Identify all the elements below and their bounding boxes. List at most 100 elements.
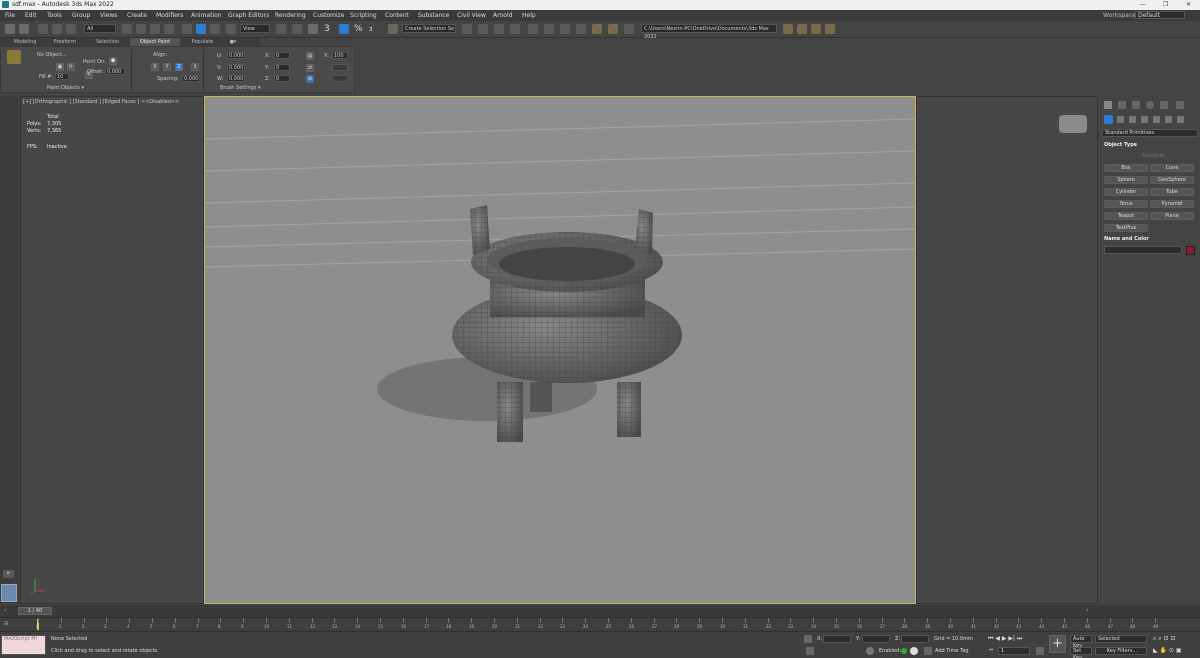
tab-populate[interactable]: Populate bbox=[180, 38, 225, 46]
cone-button[interactable]: Cone bbox=[1150, 164, 1194, 172]
object-name-input[interactable] bbox=[1104, 246, 1182, 254]
tab-modeling[interactable]: Modeling bbox=[5, 38, 45, 46]
spacing-input[interactable]: 0.000 bbox=[182, 75, 200, 82]
z-coord-field[interactable] bbox=[901, 635, 929, 643]
name-and-color-rollout[interactable]: Name and Color bbox=[1104, 236, 1149, 242]
geosphere-button[interactable]: GeoSphere bbox=[1150, 176, 1194, 184]
space-warps-icon[interactable] bbox=[1165, 116, 1172, 123]
cylinder-button[interactable]: Cylinder bbox=[1104, 188, 1148, 196]
menu-substance[interactable]: Substance bbox=[418, 12, 449, 19]
schematic-view-icon[interactable] bbox=[544, 24, 554, 34]
box-button[interactable]: Box bbox=[1104, 164, 1148, 172]
current-frame-field[interactable]: 1 bbox=[998, 647, 1030, 655]
workspaces-dropdown[interactable]: Default bbox=[1135, 11, 1185, 19]
textplus-button[interactable]: TextPlus bbox=[1104, 224, 1148, 232]
menu-file[interactable]: File bbox=[5, 12, 15, 19]
viewport-layout-icon[interactable] bbox=[1, 584, 17, 602]
menu-scripting[interactable]: Scripting bbox=[350, 12, 377, 19]
time-slider[interactable]: 1 / 40 bbox=[18, 607, 52, 615]
hierarchy-tab-icon[interactable] bbox=[1132, 101, 1140, 109]
rotate-icon[interactable] bbox=[196, 24, 206, 34]
lights-icon[interactable] bbox=[1129, 116, 1136, 123]
rectangular-selection-icon[interactable] bbox=[150, 24, 160, 34]
render-setup-icon[interactable] bbox=[576, 24, 586, 34]
menu-edit[interactable]: Edit bbox=[25, 12, 37, 19]
menu-group[interactable]: Group bbox=[72, 12, 90, 19]
align-y-button[interactable]: Y bbox=[163, 63, 171, 71]
edit-named-selection-icon[interactable] bbox=[388, 24, 398, 34]
offset-y-input[interactable]: 0 bbox=[274, 64, 290, 71]
scale-lock-icon[interactable]: ⊕ bbox=[306, 75, 314, 83]
brush-settings-panel-label[interactable]: Brush Settings ▾ bbox=[220, 85, 261, 91]
menu-civil-view[interactable]: Civil View bbox=[457, 12, 486, 19]
curve-editor-icon[interactable] bbox=[528, 24, 538, 34]
menu-create[interactable]: Create bbox=[127, 12, 147, 19]
select-by-name-icon[interactable] bbox=[136, 24, 146, 34]
selection-set-dropdown[interactable]: Selected bbox=[1095, 635, 1147, 643]
add-time-tag[interactable]: Add Time Tag bbox=[935, 648, 969, 654]
sphere-button[interactable]: Sphere bbox=[1104, 176, 1148, 184]
key-filters-button[interactable]: Key Filters... bbox=[1095, 647, 1147, 655]
scale-icon[interactable] bbox=[210, 24, 220, 34]
project-settings-icon[interactable] bbox=[825, 24, 835, 34]
motion-tab-icon[interactable] bbox=[1146, 101, 1154, 109]
menu-help[interactable]: Help bbox=[522, 12, 536, 19]
refresh-icon[interactable]: ⟳ bbox=[67, 63, 75, 71]
offset-input[interactable]: 0.000 bbox=[105, 68, 125, 75]
utilities-tab-icon[interactable] bbox=[1176, 101, 1184, 109]
time-slider-next-icon[interactable]: › bbox=[1086, 607, 1088, 614]
menu-views[interactable]: Views bbox=[100, 12, 117, 19]
helpers-icon[interactable] bbox=[1153, 116, 1160, 123]
zoom-controls[interactable]: ⌕ ⌕ ⊡ ⊡ bbox=[1153, 635, 1176, 643]
object-type-rollout[interactable]: Object Type bbox=[1104, 142, 1137, 148]
link-icon[interactable] bbox=[38, 24, 48, 34]
set-key-icon[interactable]: + bbox=[1049, 635, 1066, 653]
render-production-icon[interactable] bbox=[608, 24, 618, 34]
offset-z-input[interactable]: 0 bbox=[274, 75, 290, 82]
track-bar-icon[interactable]: ⊞ bbox=[4, 621, 8, 627]
select-place-icon[interactable] bbox=[226, 24, 236, 34]
tab-object-paint[interactable]: Object Paint bbox=[130, 38, 180, 46]
plane-button[interactable]: Plane bbox=[1150, 212, 1194, 220]
undo-icon[interactable] bbox=[5, 24, 15, 34]
playback-controls[interactable]: ⏮ ◀ ▶ ▶| ⏭ bbox=[988, 635, 1022, 643]
spinner-snap-icon[interactable]: ₃ bbox=[369, 24, 379, 34]
close-button[interactable]: ✕ bbox=[1186, 1, 1191, 8]
x-coord-field[interactable] bbox=[823, 635, 851, 643]
save-project-icon[interactable] bbox=[811, 24, 821, 34]
object-color-swatch[interactable] bbox=[1186, 246, 1195, 255]
align-z-button[interactable]: Z bbox=[175, 63, 183, 71]
modify-tab-icon[interactable] bbox=[1118, 101, 1126, 109]
pick-object-icon[interactable]: ▣ bbox=[56, 63, 64, 71]
fill-input[interactable]: 10 bbox=[55, 73, 69, 80]
tab-freeform[interactable]: Freeform bbox=[45, 38, 85, 46]
menu-customize[interactable]: Customize bbox=[313, 12, 345, 19]
teapot-button[interactable]: Teapot bbox=[1104, 212, 1148, 220]
category-dropdown[interactable]: Standard Primitives bbox=[1102, 129, 1198, 137]
menu-arnold[interactable]: Arnold bbox=[493, 12, 512, 19]
rendered-frame-window-icon[interactable] bbox=[592, 24, 602, 34]
redo-icon[interactable] bbox=[19, 24, 29, 34]
selection-lock-icon[interactable] bbox=[806, 647, 814, 655]
bind-space-warp-icon[interactable] bbox=[66, 24, 76, 34]
auto-key-button[interactable]: Auto Key bbox=[1070, 635, 1092, 649]
menu-content[interactable]: Content bbox=[385, 12, 409, 19]
rotate-v-input[interactable]: 0.000 bbox=[227, 64, 245, 71]
shapes-icon[interactable] bbox=[1117, 116, 1124, 123]
keyboard-shortcut-override-icon[interactable] bbox=[308, 24, 318, 34]
project-folder-icon[interactable] bbox=[783, 24, 793, 34]
menu-rendering[interactable]: Rendering bbox=[275, 12, 306, 19]
torus-button[interactable]: Torus bbox=[1104, 200, 1148, 208]
align-x-button[interactable]: X bbox=[151, 63, 159, 71]
material-editor-icon[interactable] bbox=[560, 24, 570, 34]
ribbon-options-icon[interactable]: ●▾ bbox=[226, 38, 240, 46]
autogrid-checkbox[interactable]: AutoGrid bbox=[1142, 153, 1164, 159]
scale-uniform-icon[interactable]: ▤ bbox=[306, 52, 314, 60]
viewport-layout-expand-icon[interactable]: ▸ bbox=[3, 570, 14, 578]
create-tab-icon[interactable] bbox=[1104, 101, 1112, 109]
pivot-center-icon[interactable] bbox=[276, 24, 286, 34]
time-tag-icon[interactable] bbox=[924, 647, 932, 655]
flip-icon[interactable]: ↕ bbox=[191, 63, 199, 71]
menu-graph-editors[interactable]: Graph Editors bbox=[228, 12, 269, 19]
mirror-icon[interactable] bbox=[462, 24, 472, 34]
